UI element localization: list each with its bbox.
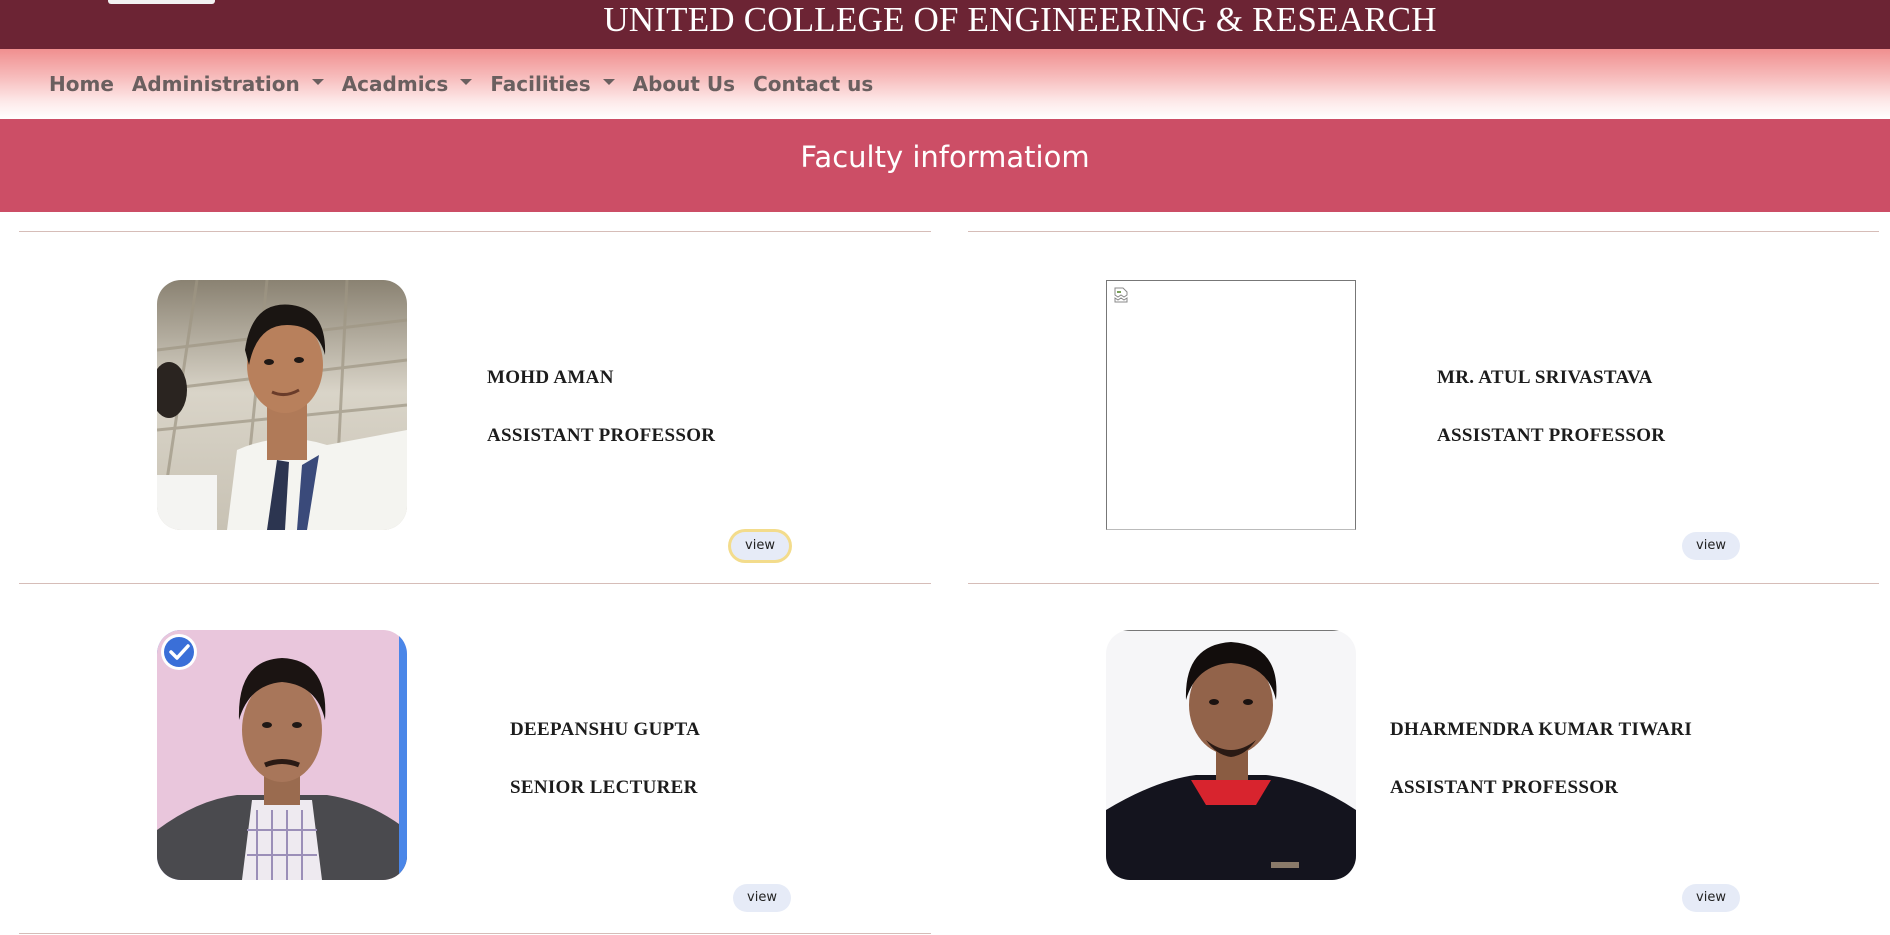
faculty-portrait-image (157, 280, 407, 530)
nav-administration[interactable]: Administration (123, 64, 333, 104)
dropdown-caret-icon (602, 79, 615, 85)
faculty-photo (1106, 630, 1356, 880)
faculty-name: DHARMENDRA KUMAR TIWARI (1390, 719, 1693, 740)
view-button[interactable]: view (733, 884, 791, 912)
main-navbar: Home Administration Acadmics Facilities … (0, 49, 1890, 119)
view-button[interactable]: view (1682, 532, 1740, 560)
nav-about-us[interactable]: About Us (624, 64, 744, 104)
faculty-card: DHARMENDRA KUMAR TIWARI ASSISTANT PROFES… (968, 584, 1880, 934)
nav-about-us-label: About Us (632, 72, 736, 96)
faculty-portrait-image (1106, 630, 1356, 880)
nav-facilities-label: Facilities (490, 72, 591, 96)
top-banner: UNITED COLLEGE OF ENGINEERING & RESEARCH (0, 0, 1890, 49)
faculty-designation: ASSISTANT PROFESSOR (1437, 425, 1666, 446)
faculty-card: MOHD AMAN ASSISTANT PROFESSOR view (19, 232, 931, 582)
view-button[interactable]: view (1682, 884, 1740, 912)
faculty-name: MOHD AMAN (487, 367, 614, 388)
nav-contact-us-label: Contact us (753, 72, 874, 96)
view-button[interactable]: view (731, 532, 789, 560)
faculty-card: DEEPANSHU GUPTA SENIOR LECTURER view (19, 584, 931, 934)
faculty-photo (1106, 280, 1356, 530)
checkmark-badge-icon (161, 634, 197, 670)
section-title: Faculty informatiom (0, 119, 1890, 212)
faculty-name: MR. ATUL SRIVASTAVA (1437, 367, 1653, 388)
faculty-designation: ASSISTANT PROFESSOR (1390, 777, 1619, 798)
faculty-card: MR. ATUL SRIVASTAVA ASSISTANT PROFESSOR … (968, 232, 1880, 582)
dropdown-caret-icon (460, 79, 473, 85)
faculty-photo (157, 280, 407, 530)
faculty-name: DEEPANSHU GUPTA (510, 719, 701, 740)
nav-home[interactable]: Home (40, 64, 123, 104)
faculty-designation: SENIOR LECTURER (510, 777, 698, 798)
nav-administration-label: Administration (131, 72, 300, 96)
dropdown-caret-icon (311, 79, 324, 85)
faculty-photo[interactable] (157, 630, 407, 880)
college-title: UNITED COLLEGE OF ENGINEERING & RESEARCH (603, 0, 1437, 39)
broken-image-icon (1114, 287, 1128, 303)
faculty-designation: ASSISTANT PROFESSOR (487, 425, 716, 446)
nav-academics-label: Acadmics (341, 72, 449, 96)
nav-contact-us[interactable]: Contact us (744, 64, 882, 104)
nav-home-label: Home (49, 72, 114, 96)
nav-academics[interactable]: Acadmics (333, 64, 482, 104)
nav-facilities[interactable]: Facilities (481, 64, 623, 104)
